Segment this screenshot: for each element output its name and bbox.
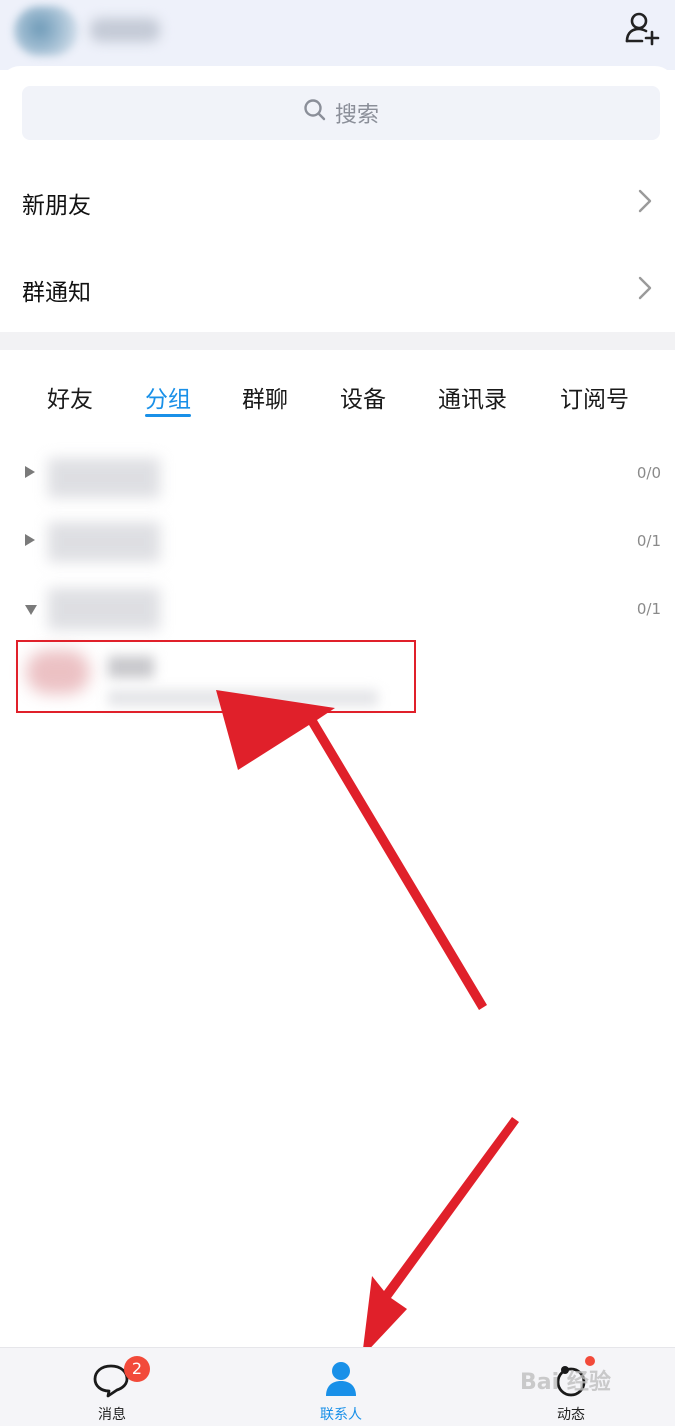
new-friends-row[interactable]: 新朋友 bbox=[0, 160, 675, 246]
section-divider bbox=[0, 332, 675, 350]
search-input[interactable]: 搜索 bbox=[22, 86, 660, 140]
collapse-triangle-icon bbox=[24, 601, 38, 620]
group-count: 0/1 bbox=[636, 600, 661, 618]
group-row[interactable]: 0/0 bbox=[0, 444, 675, 504]
nav-contacts-label: 联系人 bbox=[320, 1407, 362, 1423]
nav-contacts[interactable]: 联系人 bbox=[281, 1348, 401, 1426]
group-name-blurred bbox=[48, 588, 160, 630]
contact-tabs: 好友 分组 群聊 设备 通讯录 订阅号 bbox=[0, 366, 675, 426]
tab-groups[interactable]: 分组 bbox=[145, 380, 191, 414]
tab-friends[interactable]: 好友 bbox=[47, 380, 93, 414]
highlight-box bbox=[16, 640, 416, 713]
new-friends-label: 新朋友 bbox=[22, 193, 91, 219]
expand-triangle-icon bbox=[24, 532, 36, 551]
tab-devices[interactable]: 设备 bbox=[340, 380, 386, 414]
group-notice-row[interactable]: 群通知 bbox=[0, 247, 675, 333]
chevron-right-icon bbox=[636, 188, 654, 218]
expand-triangle-icon bbox=[24, 464, 36, 483]
nav-messages-label: 消息 bbox=[98, 1407, 126, 1423]
contact-person-icon bbox=[324, 1360, 358, 1402]
search-placeholder: 搜索 bbox=[334, 103, 379, 128]
tab-subscriptions[interactable]: 订阅号 bbox=[560, 380, 629, 414]
tab-group-chats[interactable]: 群聊 bbox=[242, 380, 288, 414]
chevron-right-icon bbox=[636, 275, 654, 305]
arrow-to-contacts-tab bbox=[362, 1117, 519, 1357]
nav-feed-label: 动态 bbox=[557, 1407, 585, 1423]
group-row[interactable]: 0/1 bbox=[0, 512, 675, 572]
group-row[interactable]: 0/1 bbox=[0, 580, 675, 640]
group-name-blurred bbox=[48, 522, 160, 562]
group-count: 0/1 bbox=[636, 532, 661, 550]
bottom-nav: 2 消息 联系人 动态 Bai 经验 bbox=[0, 1347, 675, 1426]
search-icon bbox=[303, 98, 327, 128]
arrow-to-contact bbox=[216, 690, 487, 1010]
add-person-icon[interactable] bbox=[624, 10, 660, 46]
active-tab-indicator bbox=[145, 414, 191, 417]
profile-name-blurred bbox=[90, 18, 160, 42]
tab-address-book[interactable]: 通讯录 bbox=[438, 380, 507, 414]
unread-badge: 2 bbox=[124, 1356, 150, 1382]
group-count: 0/0 bbox=[636, 464, 661, 482]
group-notice-label: 群通知 bbox=[22, 280, 91, 306]
watermark-text: Bai 经验 bbox=[520, 1370, 611, 1395]
top-bar bbox=[0, 0, 675, 70]
profile-avatar[interactable] bbox=[14, 6, 78, 56]
group-name-blurred bbox=[48, 458, 160, 498]
nav-messages[interactable]: 2 消息 bbox=[52, 1348, 172, 1426]
